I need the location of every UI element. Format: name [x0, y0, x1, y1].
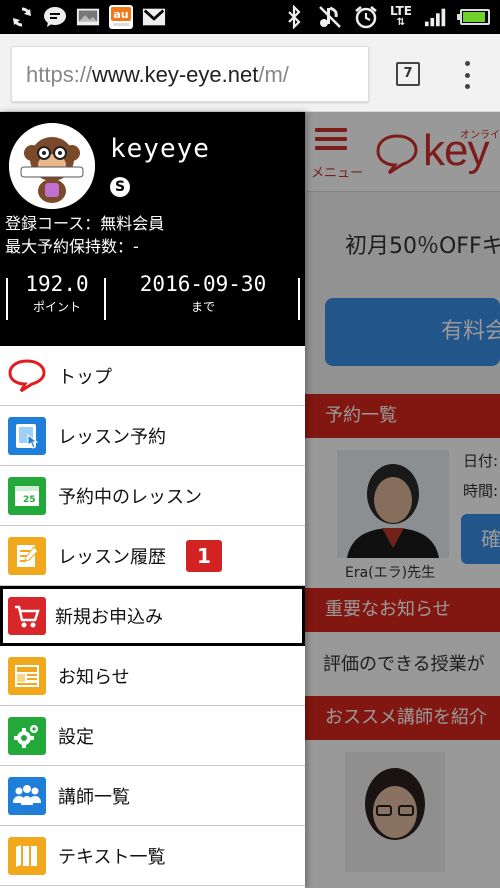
mute-icon: [318, 5, 342, 29]
menu-item-label: 講師一覧: [58, 786, 130, 808]
gears-icon: [8, 716, 46, 755]
navigation-drawer: keyeye S 登録コース：無料会員 最大予約保持数：- 192.0 ポイント…: [0, 112, 305, 888]
svg-text:au: au: [113, 8, 128, 21]
browser-toolbar: https://www.key-eye.net/m/ 7: [0, 34, 500, 112]
skype-icon[interactable]: S: [110, 177, 130, 197]
menu-item-new-application[interactable]: 新規お申込み: [0, 586, 305, 646]
battery-icon: [457, 9, 490, 25]
url-bar[interactable]: https://www.key-eye.net/m/: [11, 46, 369, 102]
menu-item-lesson-reservation[interactable]: レッスン予約: [0, 406, 305, 466]
profile-panel: keyeye S 登録コース：無料会員 最大予約保持数：- 192.0 ポイント…: [0, 112, 305, 346]
menu-item-lesson-history[interactable]: レッスン履歴 1: [0, 526, 305, 586]
points-value: 192.0: [25, 272, 89, 296]
network-type: LTE ⇅: [389, 4, 412, 28]
status-bar: au LTE ⇅: [0, 0, 500, 34]
alarm-icon: [354, 5, 378, 29]
svg-text:25: 25: [23, 495, 36, 505]
url-scheme: https://: [26, 62, 93, 87]
drawer-menu: トップ レッスン予約 25 予約中のレッスン レッスン履歴 1 新規お申込み お…: [0, 346, 305, 886]
menu-item-textbooks[interactable]: テキスト一覧: [0, 826, 305, 886]
menu-item-settings[interactable]: 設定: [0, 706, 305, 766]
cart-icon: [8, 597, 46, 635]
books-icon: [8, 836, 46, 875]
tab-switcher-button[interactable]: 7: [396, 62, 420, 86]
au-app-icon: au: [109, 5, 133, 29]
menu-item-label: お知らせ: [58, 666, 130, 688]
expiry-label: まで: [190, 300, 215, 314]
calendar-icon: 25: [8, 476, 46, 515]
menu-item-reserved-lessons[interactable]: 25 予約中のレッスン: [0, 466, 305, 526]
signal-icon: [424, 5, 448, 29]
tablet-touch-icon: [8, 416, 46, 455]
menu-item-teachers[interactable]: 講師一覧: [0, 766, 305, 826]
chat-icon: [43, 5, 67, 29]
people-icon: [8, 776, 46, 815]
url-path: /m/: [258, 62, 289, 87]
account-info: 登録コース：無料会員 最大予約保持数：-: [5, 212, 164, 258]
news-icon: [8, 656, 46, 695]
history-count-badge: 1: [186, 540, 222, 572]
notepad-icon: [8, 536, 46, 575]
gmail-icon: [142, 5, 166, 29]
overflow-menu-icon[interactable]: [460, 61, 474, 89]
image-icon: [76, 5, 100, 29]
points-stat: 192.0 ポイント: [12, 272, 102, 315]
menu-item-news[interactable]: お知らせ: [0, 646, 305, 706]
reserve-limit-line: 最大予約保持数：-: [5, 237, 139, 256]
username: keyeye: [110, 134, 210, 164]
url-host: www.key-eye.net: [92, 62, 259, 87]
menu-item-label: レッスン履歴: [58, 546, 166, 568]
menu-item-label: レッスン予約: [58, 426, 166, 448]
speech-bubble-icon: [8, 357, 46, 395]
account-stats: 192.0 ポイント 2016-09-30 まで: [0, 272, 305, 326]
menu-item-label: テキスト一覧: [58, 846, 166, 868]
course-line: 登録コース：無料会員: [5, 214, 165, 233]
drawer-scrim[interactable]: [305, 112, 500, 888]
sync-icon: [10, 5, 34, 29]
points-label: ポイント: [32, 300, 81, 314]
menu-item-label: トップ: [58, 366, 112, 388]
avatar[interactable]: [9, 123, 95, 209]
menu-item-top[interactable]: トップ: [0, 346, 305, 406]
menu-item-label: 新規お申込み: [55, 607, 163, 628]
bluetooth-icon: [282, 5, 306, 29]
menu-item-label: 設定: [58, 726, 94, 748]
expiry-value: 2016-09-30: [139, 272, 267, 296]
menu-item-label: 予約中のレッスン: [58, 486, 202, 508]
expiry-stat: 2016-09-30 まで: [110, 272, 296, 315]
